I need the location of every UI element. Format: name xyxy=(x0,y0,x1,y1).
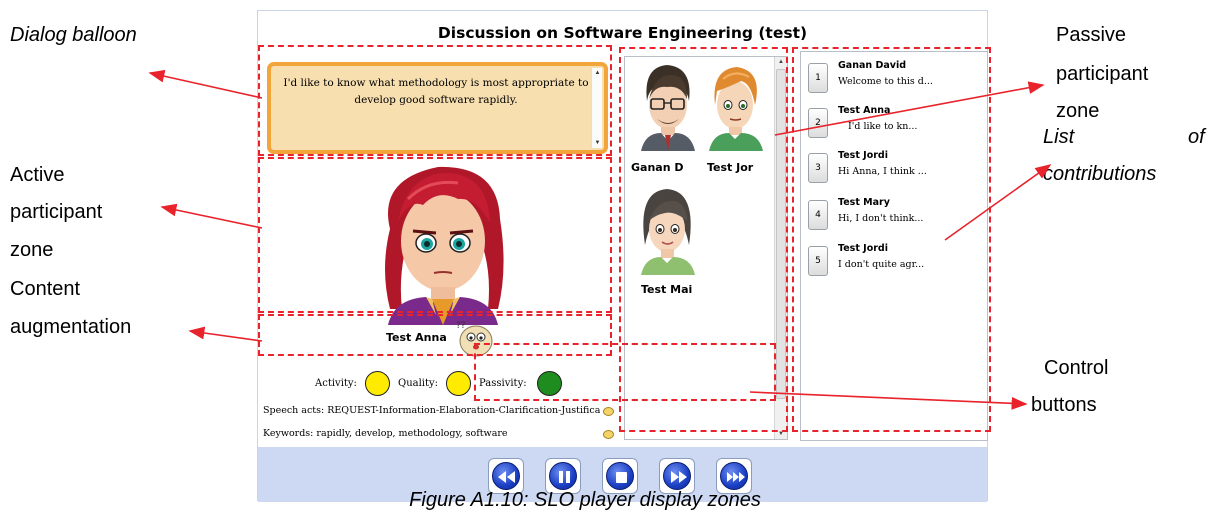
annotation-arrows xyxy=(148,69,1052,410)
figure-caption: Figure A1.10: SLO player display zones xyxy=(409,489,761,511)
